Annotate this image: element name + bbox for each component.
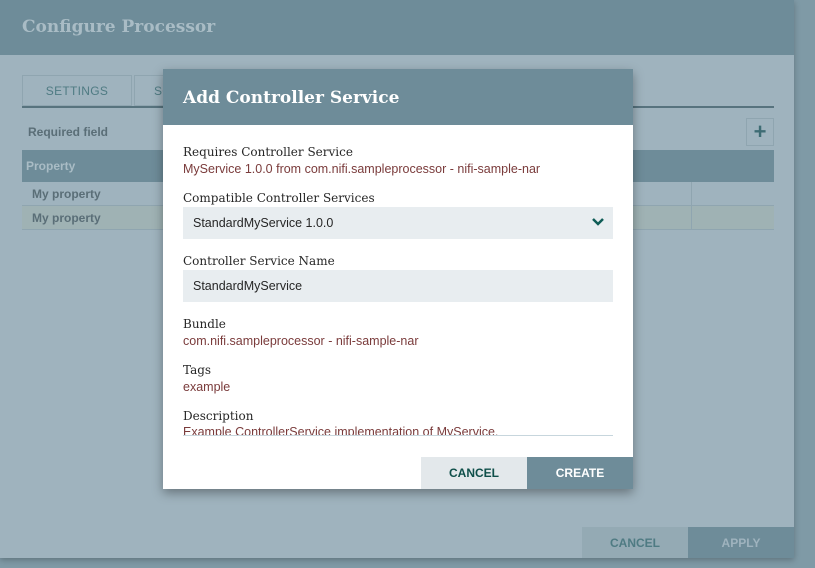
modal-header: Add Controller Service [163, 69, 633, 125]
property-name: My property [32, 187, 101, 201]
cancel-button[interactable]: CANCEL [582, 527, 688, 558]
column-divider [691, 206, 692, 229]
compatible-label: Compatible Controller Services [183, 191, 375, 205]
chevron-down-icon [592, 218, 604, 226]
description-value: Example ControllerService implementation… [183, 425, 499, 435]
requires-label: Requires Controller Service [183, 145, 353, 159]
add-property-button[interactable]: + [746, 118, 774, 146]
apply-button[interactable]: APPLY [688, 527, 794, 558]
compatible-services-select[interactable]: StandardMyService 1.0.0 [183, 207, 613, 239]
required-field-label: Required field [28, 125, 109, 139]
cancel-button[interactable]: CANCEL [421, 457, 527, 489]
dialog-title: Configure Processor [22, 17, 216, 37]
tags-value: example [183, 380, 231, 394]
service-name-input[interactable]: StandardMyService [183, 270, 613, 302]
add-controller-service-dialog: Add Controller Service Requires Controll… [163, 69, 633, 489]
column-divider [691, 182, 692, 205]
requires-value: MyService 1.0.0 from com.nifi.sampleproc… [183, 162, 541, 176]
name-label: Controller Service Name [183, 254, 335, 268]
bundle-value: com.nifi.sampleprocessor - nifi-sample-n… [183, 334, 419, 348]
selected-value: StandardMyService 1.0.0 [193, 216, 334, 230]
tags-label: Tags [183, 363, 212, 377]
plus-icon: + [753, 119, 767, 144]
description-label: Description [183, 409, 254, 423]
dialog-header: Configure Processor [0, 0, 794, 55]
divider [183, 435, 613, 436]
description-scroll[interactable]: Example ControllerService implementation… [183, 425, 613, 435]
service-name-value: StandardMyService [193, 279, 303, 293]
tab-settings[interactable]: SETTINGS [22, 75, 132, 106]
column-header-property: Property [26, 159, 76, 173]
bundle-label: Bundle [183, 317, 226, 331]
create-button[interactable]: CREATE [527, 457, 633, 489]
modal-title: Add Controller Service [183, 88, 400, 108]
property-name: My property [32, 211, 101, 225]
